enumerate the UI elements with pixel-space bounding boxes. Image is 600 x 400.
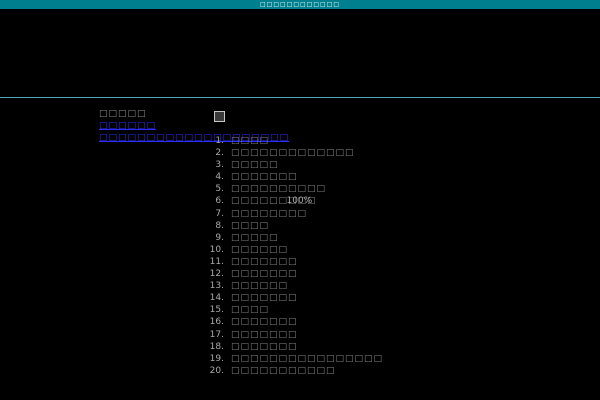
list-item[interactable]: 8. □□□□	[204, 220, 383, 232]
banner-area	[0, 9, 600, 97]
list-item-number: 13.	[209, 281, 224, 292]
list-item[interactable]: 12. □□□□□□□	[204, 268, 383, 280]
list-item-number: 9.	[215, 232, 224, 243]
list-item[interactable]: 19. □□□□□□□□□□□□□□□□	[204, 353, 383, 365]
list-item[interactable]: 9. □□□□□	[204, 232, 383, 244]
list-item[interactable]: 11. □□□□□□□	[204, 256, 383, 268]
list-item[interactable]: 3. □□□□□	[204, 159, 383, 171]
list-item-number: 17.	[209, 329, 224, 340]
list-item-number: 16.	[209, 317, 224, 328]
list-item-number: 11.	[209, 256, 224, 267]
list-item-label: □□□□□□□□□□□□□	[231, 148, 355, 159]
list-item-number: 14.	[209, 293, 224, 304]
list-item-label: □□□□□	[231, 160, 279, 171]
list-item-label: □□□□□□□	[231, 329, 298, 340]
list-item[interactable]: 5. □□□□□□□□□□	[204, 183, 383, 195]
list-item[interactable]: 14. □□□□□□□	[204, 292, 383, 304]
list-item[interactable]: 16. □□□□□□□	[204, 316, 383, 328]
list-item-label: □□□□□□□	[231, 269, 298, 280]
checkbox[interactable]	[214, 111, 225, 122]
list-item-number: 1.	[215, 136, 224, 146]
list-item-label: □□□□	[231, 220, 270, 231]
list-item[interactable]: 6. □□□□□□□□□100%	[204, 195, 383, 207]
list-item-label: □□□□□	[231, 232, 279, 243]
sidebar-heading: □□□□□	[99, 109, 147, 119]
list-item[interactable]: 17. □□□□□□□	[204, 329, 383, 341]
list-item-number: 5.	[215, 184, 224, 195]
list-item-number: 12.	[209, 269, 224, 280]
list-item-label: □□□□□□□□	[231, 208, 308, 219]
list-item-label: □□□□□□□	[231, 256, 298, 267]
list-item-number: 15.	[209, 305, 224, 316]
list-item-extra: 100%	[286, 196, 313, 207]
list-item-number: 6.	[215, 196, 224, 207]
sidebar-link-2[interactable]: □□□□□□□□□□□□□□□□□□□□	[99, 132, 288, 144]
list-item-label: □□□□□□□	[231, 317, 298, 328]
list-item[interactable]: 15. □□□□	[204, 304, 383, 316]
list-item-number: 7.	[215, 208, 224, 219]
list-item-number: 2.	[215, 148, 224, 159]
list-item[interactable]: 18. □□□□□□□	[204, 341, 383, 353]
list-item[interactable]: 13. □□□□□□	[204, 280, 383, 292]
list-item-number: 8.	[215, 220, 224, 231]
sidebar-link-1[interactable]: □□□□□□	[99, 120, 209, 132]
list-item[interactable]: 4. □□□□□□□	[204, 171, 383, 183]
list-item-number: 18.	[209, 341, 224, 352]
list-item-number: 4.	[215, 172, 224, 183]
list-item-label: □□□□□□□□□□□□□□□□	[231, 353, 384, 364]
list-item-number: 20.	[209, 365, 224, 376]
list-item-label: □□□□□□	[231, 244, 289, 255]
list-item-label: □□□□	[231, 136, 270, 146]
list-item-label: □□□□□□□□□□□	[231, 365, 336, 376]
list-item[interactable]: 10. □□□□□□	[204, 244, 383, 256]
list-item[interactable]: 7. □□□□□□□□	[204, 208, 383, 220]
window-title: □□□□□□□□□□□□	[0, 0, 600, 9]
list-item[interactable]: 20. □□□□□□□□□□□	[204, 365, 383, 377]
list-item-label: □□□□□□	[231, 281, 289, 292]
list-item-label: □□□□□□□	[231, 172, 298, 183]
list-item-number: 10.	[209, 244, 224, 255]
sidebar: □□□□□ □□□□□□ □□□□□□□□□□□□□□□□□□□□	[99, 108, 288, 144]
list-item-label: □□□□□□□	[231, 293, 298, 304]
list-item-number: 3.	[215, 160, 224, 171]
list-item[interactable]: 1. □□□□	[204, 135, 383, 147]
divider-line	[0, 97, 600, 98]
item-list: 1. □□□□ 2. □□□□□□□□□□□□□ 3. □□□□□ 4. □□□□□□□ 5. □…	[204, 135, 383, 377]
list-item-label: □□□□□□□□□□	[231, 184, 327, 195]
list-item-label: □□□□□□□	[231, 341, 298, 352]
list-item-label: □□□□	[231, 305, 270, 316]
list-item[interactable]: 2. □□□□□□□□□□□□□	[204, 147, 383, 159]
list-item-number: 19.	[209, 353, 224, 364]
